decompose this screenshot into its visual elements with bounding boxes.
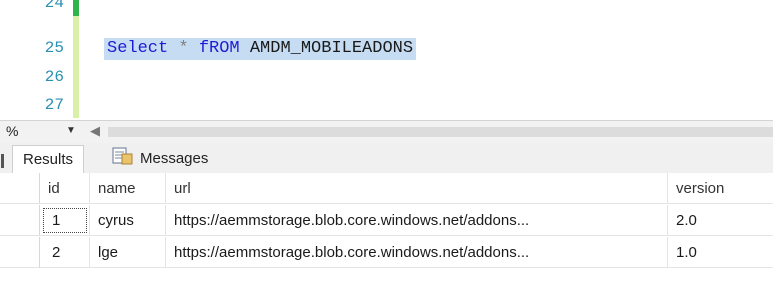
select-keyword: Select <box>107 39 169 58</box>
cell-id[interactable]: 2 <box>40 237 90 268</box>
cell-version[interactable]: 2.0 <box>668 205 773 236</box>
scroll-left-icon[interactable]: ◀ <box>90 123 100 139</box>
tab-messages[interactable]: Messages <box>112 145 208 172</box>
column-header-id[interactable]: id <box>40 173 90 204</box>
table-row[interactable]: 1 cyrus https://aemmstorage.blob.core.wi… <box>0 205 773 237</box>
grid-header-row: id name url version <box>0 173 773 205</box>
cell-name[interactable]: lge <box>90 237 166 268</box>
results-grid[interactable]: id name url version 1 cyrus https://aemm… <box>0 173 773 303</box>
editor-status-bar: % ▼ ◀ <box>0 120 773 144</box>
table-row[interactable]: 2 lge https://aemmstorage.blob.core.wind… <box>0 237 773 269</box>
cell-name[interactable]: cyrus <box>90 205 166 236</box>
row-number-header[interactable] <box>0 173 40 204</box>
from-keyword: fROM <box>198 39 240 58</box>
line-number: 26 <box>44 68 64 86</box>
star-operator: * <box>178 39 189 58</box>
tab-messages-label: Messages <box>140 150 209 167</box>
chevron-down-icon[interactable]: ▼ <box>66 125 76 136</box>
sql-query-line[interactable]: Select * fROM AMDM_MOBILEADONS <box>104 38 417 60</box>
column-header-version[interactable]: version <box>668 173 773 204</box>
cell-url[interactable]: https://aemmstorage.blob.core.windows.ne… <box>166 205 668 236</box>
tab-results-label: Results <box>23 151 74 168</box>
cell-url[interactable]: https://aemmstorage.blob.core.windows.ne… <box>166 237 668 268</box>
zoom-level[interactable]: % <box>6 123 18 139</box>
messages-icon <box>112 146 134 171</box>
results-tab-strip: Results Messages <box>0 143 773 174</box>
table-name: AMDM_MOBILEADONS <box>249 39 414 58</box>
column-header-url[interactable]: url <box>166 173 668 204</box>
line-number: 25 <box>44 39 64 57</box>
line-number: 27 <box>44 96 64 114</box>
tab-results[interactable]: Results <box>1 145 85 173</box>
horizontal-scrollbar[interactable] <box>108 127 773 137</box>
results-grid-icon <box>1 154 4 168</box>
query-editor[interactable]: 24 25 26 27 Select * fROM AMDM_MOBILEADO… <box>0 0 773 120</box>
column-header-name[interactable]: name <box>90 173 166 204</box>
saved-change-marker <box>73 0 79 16</box>
row-number[interactable] <box>0 205 40 236</box>
cell-id[interactable]: 1 <box>40 205 90 236</box>
change-tracking-bar <box>73 0 79 118</box>
row-number[interactable] <box>0 237 40 268</box>
cell-version[interactable]: 1.0 <box>668 237 773 268</box>
line-number: 24 <box>44 0 64 12</box>
